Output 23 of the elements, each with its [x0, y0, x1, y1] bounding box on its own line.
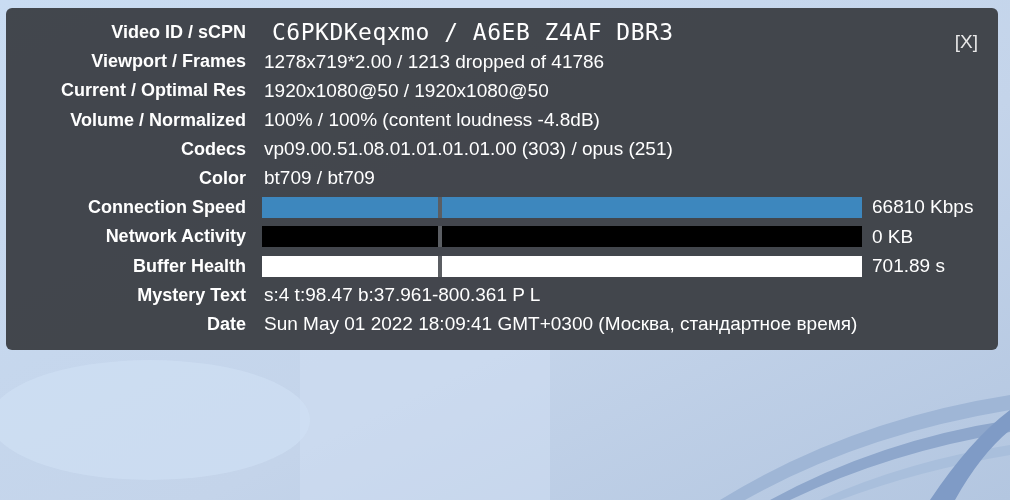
stat-label: Network Activity	[104, 225, 246, 249]
stat-value: 66810 Kbps	[872, 195, 974, 220]
stat-label: Codecs	[179, 137, 246, 161]
stat-label: Buffer Health	[132, 254, 246, 278]
stat-value: 1278x719*2.00 / 1213 dropped of 41786	[264, 49, 605, 74]
stat-label: Date	[206, 312, 246, 336]
stat-value: s:4 t:98.47 b:37.961-800.361 P L	[264, 283, 541, 308]
stat-label: Color	[198, 167, 246, 191]
stat-label: Current / Optimal Res	[59, 79, 246, 103]
stat-value: 0 KB	[872, 224, 914, 249]
stat-label: Viewport / Frames	[90, 50, 246, 74]
stat-value: bt709 / bt709	[264, 166, 375, 191]
stat-label: Video ID / sCPN	[110, 21, 246, 45]
close-button[interactable]: [X]	[954, 28, 978, 57]
stat-value: 1920x1080@50 / 1920x1080@50	[264, 78, 549, 103]
stat-value: 100% / 100% (content loudness -4.8dB)	[264, 107, 600, 132]
stat-value: C6PKDKeqxmo / A6EB Z4AF DBR3	[272, 18, 674, 48]
stat-label: Connection Speed	[87, 196, 246, 220]
stat-label: Mystery Text	[136, 283, 246, 307]
stat-value: Sun May 01 2022 18:09:41 GMT+0300 (Москва, стандартное время)	[264, 312, 858, 337]
stat-value: vp09.00.51.08.01.01.01.01.00 (303) / opus (251)	[264, 137, 673, 162]
stat-value: 701.89 s	[872, 253, 945, 278]
stat-label: Volume / Normalized	[69, 108, 246, 132]
